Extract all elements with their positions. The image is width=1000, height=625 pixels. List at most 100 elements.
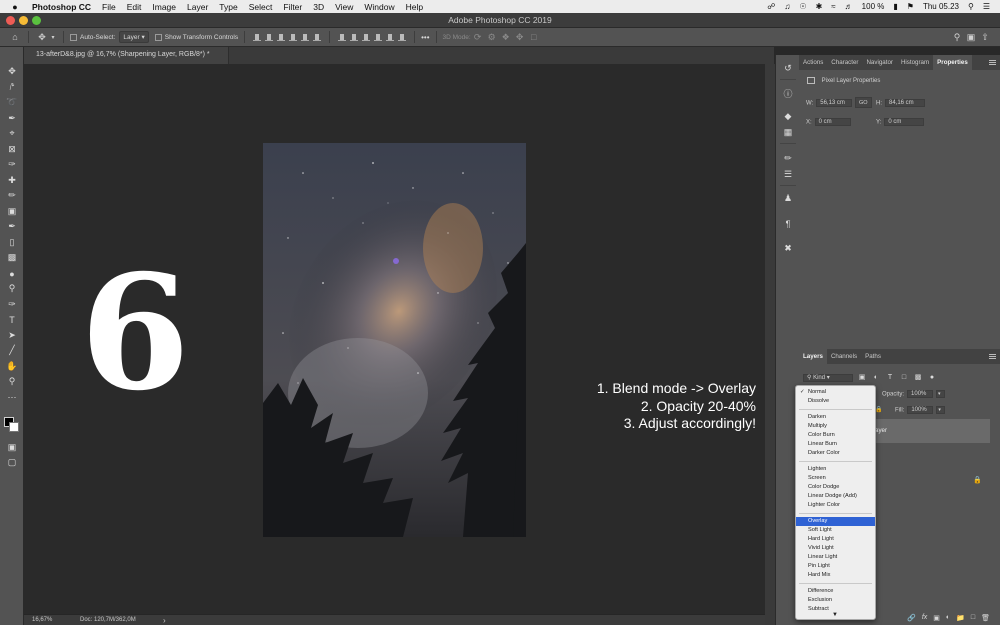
distribute-right-icon[interactable]	[398, 33, 407, 41]
more-options-button[interactable]: •••	[421, 33, 429, 42]
history-brush-tool-icon[interactable]: ✒	[3, 220, 21, 233]
distribute-bottom-icon[interactable]	[362, 33, 371, 41]
quick-mask-icon[interactable]: ▣	[3, 441, 21, 454]
tab-channels[interactable]: Channels	[827, 349, 861, 364]
workspace-icon[interactable]: ▣	[964, 31, 978, 43]
clone-source-icon[interactable]: ♟	[780, 191, 796, 205]
filter-toggle-icon[interactable]: ●	[927, 373, 937, 383]
clone-stamp-tool-icon[interactable]: ▣	[3, 205, 21, 218]
menu-file[interactable]: File	[102, 2, 116, 12]
info-icon[interactable]: ⓘ	[780, 86, 796, 100]
adjustment-filter-icon[interactable]: ◐	[871, 373, 881, 383]
distribute-top-icon[interactable]	[338, 33, 347, 41]
auto-select-checkbox[interactable]	[70, 33, 77, 41]
blend-mode-exclusion[interactable]: Exclusion	[796, 596, 875, 605]
share-icon[interactable]: ⇧	[978, 31, 992, 43]
pan-3d-icon[interactable]: ❖	[499, 31, 513, 43]
menu-select[interactable]: Select	[249, 2, 273, 12]
pen-tool-icon[interactable]: ✑	[3, 298, 21, 311]
type-tool-icon[interactable]: T	[3, 313, 21, 326]
screen-mode-icon[interactable]: ▢	[3, 456, 21, 469]
blend-mode-pin-light[interactable]: Pin Light	[796, 562, 875, 571]
blend-mode-lighter-color[interactable]: Lighter Color	[796, 501, 875, 510]
smart-object-filter-icon[interactable]: ▩	[913, 373, 923, 383]
app-menu[interactable]: Photoshop CC	[32, 2, 91, 12]
scroll-down-arrow-icon[interactable]: ▼	[832, 612, 838, 618]
blend-mode-linear-burn[interactable]: Linear Burn	[796, 440, 875, 449]
align-center-icon[interactable]	[265, 33, 274, 41]
zoom-tool-icon[interactable]: ⚲	[3, 375, 21, 388]
blend-mode-color-burn[interactable]: Color Burn	[796, 431, 875, 440]
home-icon[interactable]: ⌂	[8, 31, 22, 43]
tab-paths[interactable]: Paths	[861, 349, 885, 364]
auto-select-dropdown[interactable]: Layer ▾	[119, 31, 149, 43]
add-mask-icon[interactable]: ▣	[933, 614, 940, 622]
slide-3d-icon[interactable]: ✥	[513, 31, 527, 43]
3d-icon[interactable]: ◆	[780, 109, 796, 123]
tab-actions[interactable]: Actions	[799, 55, 827, 70]
healing-brush-tool-icon[interactable]: ✚	[3, 174, 21, 187]
move-tool-icon[interactable]: ✥	[3, 65, 21, 78]
align-middle-icon[interactable]	[301, 33, 310, 41]
shape-filter-icon[interactable]: □	[899, 373, 909, 383]
kind-filter-dropdown[interactable]: ⚲ Kind ▾	[803, 374, 853, 382]
menu-3d[interactable]: 3D	[313, 2, 324, 12]
blend-mode-darken[interactable]: Darken	[796, 413, 875, 422]
blend-mode-dissolve[interactable]: Dissolve	[796, 397, 875, 406]
opacity-field[interactable]: 100%	[907, 390, 934, 398]
new-layer-icon[interactable]: □	[971, 614, 975, 621]
wifi-icon[interactable]: ≈	[831, 2, 835, 11]
notification-center-icon[interactable]: ☰	[983, 2, 990, 11]
zoom-level[interactable]: 16,67%	[32, 617, 52, 623]
distribute-center-icon[interactable]	[386, 33, 395, 41]
tab-layers[interactable]: Layers	[799, 349, 827, 364]
quick-select-tool-icon[interactable]: ✒	[3, 112, 21, 125]
align-right-icon[interactable]	[277, 33, 286, 41]
eyedropper-tool-icon[interactable]: ✑	[3, 158, 21, 171]
crop-tool-icon[interactable]: ⌖	[3, 127, 21, 140]
menu-filter[interactable]: Filter	[283, 2, 302, 12]
blend-mode-vivid-light[interactable]: Vivid Light	[796, 544, 875, 553]
type-filter-icon[interactable]: T	[885, 373, 895, 383]
line-tool-icon[interactable]: ╱	[3, 344, 21, 357]
blend-mode-difference[interactable]: Difference	[796, 587, 875, 596]
brush-settings-icon[interactable]: ✏	[780, 151, 796, 165]
orbit-3d-icon[interactable]: ⟳	[471, 31, 485, 43]
blend-mode-hard-light[interactable]: Hard Light	[796, 535, 875, 544]
align-left-icon[interactable]	[253, 33, 262, 41]
opacity-chevron-icon[interactable]: ▾	[936, 390, 946, 398]
menu-window[interactable]: Window	[364, 2, 394, 12]
distribute-left-icon[interactable]	[374, 33, 383, 41]
path-selection-tool-icon[interactable]: ➤	[3, 329, 21, 342]
background-color-swatch[interactable]	[9, 422, 19, 432]
blur-tool-icon[interactable]: ●	[3, 267, 21, 280]
trash-icon[interactable]: 🗑	[981, 614, 990, 622]
tab-character[interactable]: Character	[827, 55, 862, 70]
adjustment-layer-icon[interactable]: ◐	[946, 614, 950, 621]
battery-percent[interactable]: 100 %	[862, 2, 885, 11]
tools-presets-icon[interactable]: ✖	[780, 241, 796, 255]
blend-mode-linear-dodge-add[interactable]: Linear Dodge (Add)	[796, 492, 875, 501]
eraser-tool-icon[interactable]: ▯	[3, 236, 21, 249]
blend-mode-normal[interactable]: ✓ Normal	[796, 388, 875, 397]
blend-mode-overlay[interactable]: Overlay	[796, 517, 875, 526]
hand-tool-icon[interactable]: ✋	[3, 360, 21, 373]
link-dimensions-button[interactable]: GO	[855, 97, 872, 108]
y-field[interactable]: 0 cm	[884, 118, 925, 126]
search-icon[interactable]: ⚲	[950, 31, 964, 43]
music-icon[interactable]: ♫	[784, 2, 790, 11]
blend-mode-lighten[interactable]: Lighten	[796, 465, 875, 474]
apple-icon[interactable]: ●	[8, 2, 22, 12]
fx-icon[interactable]: fx	[922, 614, 927, 621]
link-layers-icon[interactable]: 🔗	[907, 614, 916, 622]
gradient-tool-icon[interactable]: ▩	[3, 251, 21, 264]
flag-icon[interactable]: ⚑	[907, 2, 914, 11]
align-bottom-icon[interactable]	[313, 33, 322, 41]
roll-3d-icon[interactable]: ⚙	[485, 31, 499, 43]
dodge-tool-icon[interactable]: ⚲	[3, 282, 21, 295]
lasso-tool-icon[interactable]: ➰	[3, 96, 21, 109]
blend-mode-linear-light[interactable]: Linear Light	[796, 553, 875, 562]
align-top-icon[interactable]	[289, 33, 298, 41]
document-tab[interactable]: 13-afterD&8.jpg @ 16,7% (Sharpening Laye…	[24, 47, 229, 64]
layers-menu-icon[interactable]	[989, 354, 996, 359]
